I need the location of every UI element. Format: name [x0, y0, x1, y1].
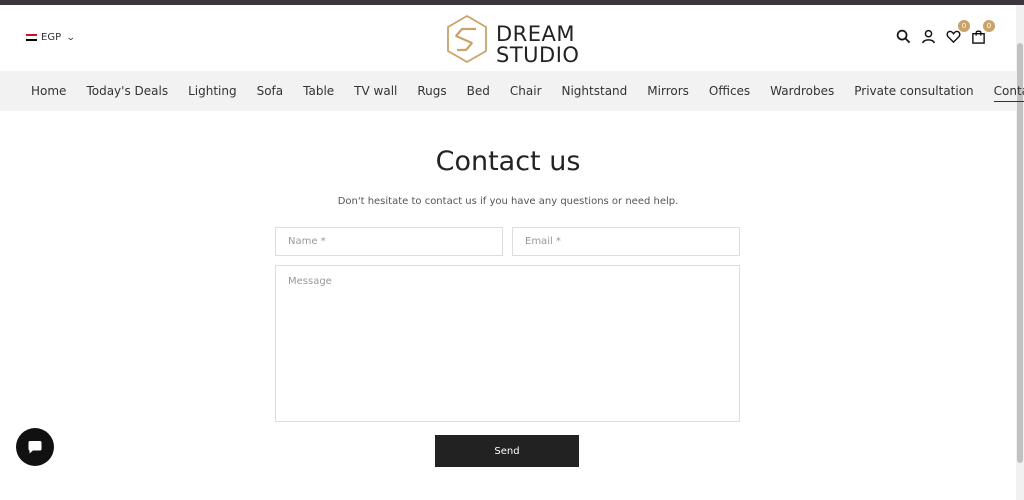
heart-icon: [946, 30, 961, 44]
bag-icon: [972, 30, 985, 44]
nav-item-contact-us[interactable]: Contact us: [993, 80, 1024, 102]
nav-item-wardrobes[interactable]: Wardrobes: [770, 80, 834, 102]
page-title: Contact us: [435, 146, 581, 177]
nav-item-tv-wall[interactable]: TV wall: [354, 80, 397, 102]
cart-count-badge: 0: [983, 20, 995, 32]
logo-word-dream: DREAM: [496, 22, 576, 46]
account-button[interactable]: [921, 29, 936, 44]
nav-item-todays-deals[interactable]: Today's Deals: [86, 80, 168, 102]
user-icon: [922, 29, 935, 44]
currency-selector[interactable]: EGP ⌄: [26, 32, 76, 43]
nav-item-chair[interactable]: Chair: [510, 80, 542, 102]
page-subtitle: Don't hesitate to contact us if you have…: [337, 196, 679, 207]
nav-item-offices[interactable]: Offices: [709, 80, 750, 102]
message-textarea[interactable]: [275, 265, 740, 422]
site-header: EGP ⌄ DREAM STUDIO 0 0: [0, 5, 1016, 71]
send-button[interactable]: Send: [435, 435, 579, 467]
chevron-down-icon: ⌄: [65, 32, 76, 43]
header-icons: 0 0: [896, 20, 995, 44]
currency-code: EGP: [41, 32, 62, 43]
nav-item-sofa[interactable]: Sofa: [257, 80, 284, 102]
cart-button[interactable]: 0: [971, 20, 995, 44]
nav-item-mirrors[interactable]: Mirrors: [647, 80, 689, 102]
chat-widget-button[interactable]: [16, 428, 54, 466]
nav-item-home[interactable]: Home: [31, 80, 66, 102]
logo-word-studio: STUDIO: [496, 43, 580, 67]
email-input[interactable]: [512, 227, 740, 256]
search-icon: [896, 29, 911, 44]
wishlist-count-badge: 0: [958, 20, 970, 32]
name-input[interactable]: [275, 227, 503, 256]
wishlist-button[interactable]: 0: [946, 20, 970, 44]
nav-item-private-consultation[interactable]: Private consultation: [854, 80, 973, 102]
nav-item-nightstand[interactable]: Nightstand: [562, 80, 628, 102]
nav-item-bed[interactable]: Bed: [467, 80, 490, 102]
logo-hexagon-icon: [447, 14, 487, 64]
scrollbar-thumb[interactable]: [1017, 43, 1023, 463]
nav-item-table[interactable]: Table: [303, 80, 334, 102]
chat-bubble-icon: [28, 441, 42, 454]
nav-item-lighting[interactable]: Lighting: [188, 80, 237, 102]
site-logo[interactable]: DREAM STUDIO: [445, 13, 579, 66]
nav-item-rugs[interactable]: Rugs: [417, 80, 446, 102]
search-button[interactable]: [896, 29, 911, 44]
main-navigation: Home Today's Deals Lighting Sofa Table T…: [0, 71, 1024, 111]
egypt-flag-icon: [26, 33, 37, 42]
